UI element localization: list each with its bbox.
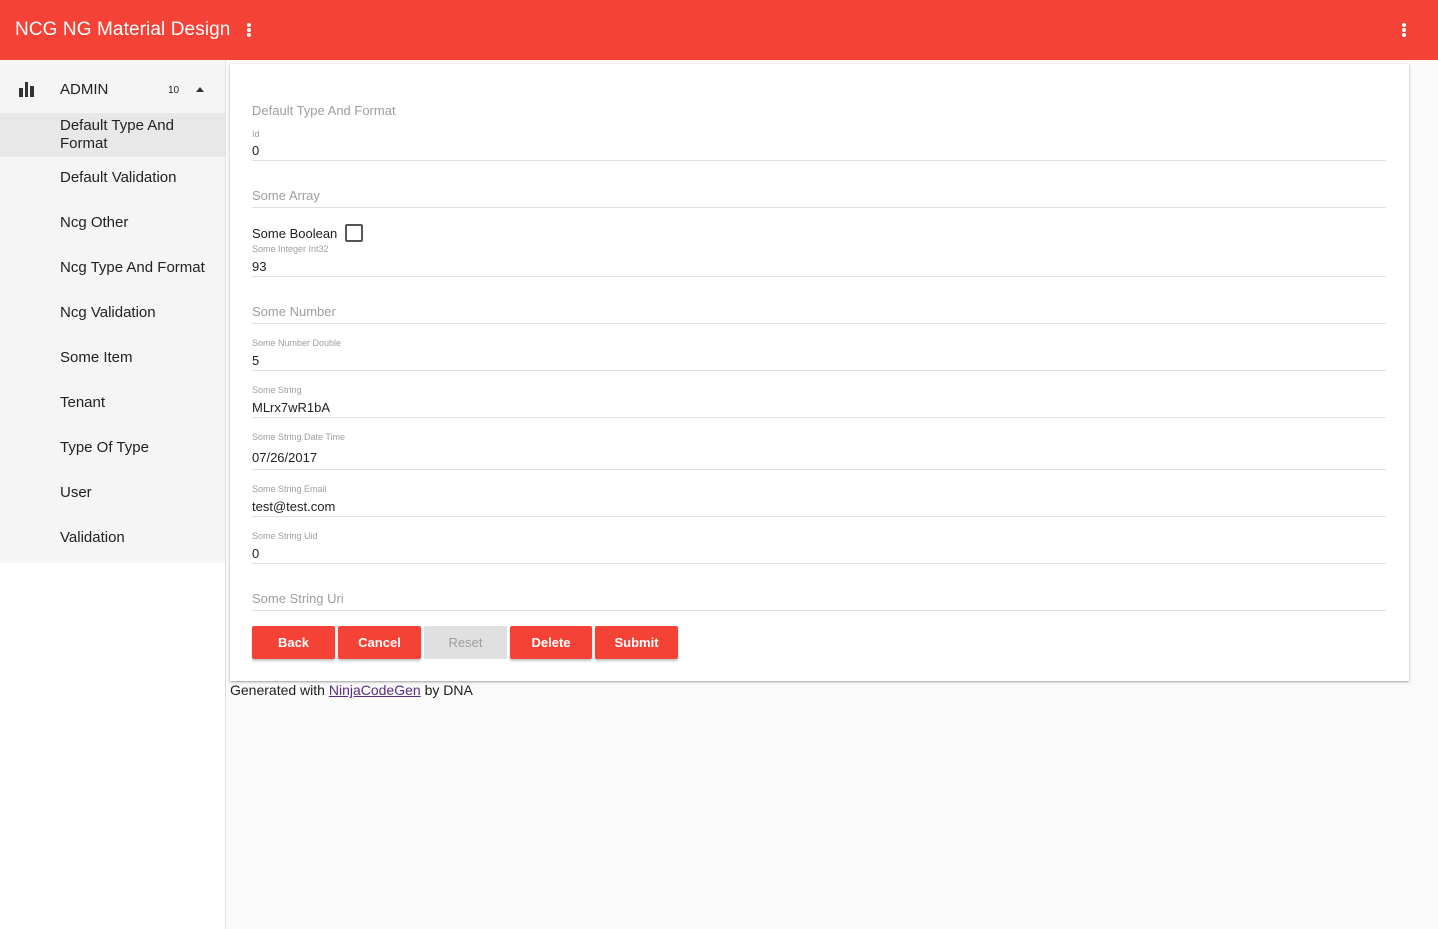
id-value: 0 — [252, 143, 260, 158]
footer-suffix: by DNA — [424, 682, 473, 698]
id-field[interactable]: Id 0 — [252, 128, 1386, 161]
id-label: Id — [252, 129, 260, 139]
some-string-date-time-value: 07/26/2017 — [252, 450, 318, 465]
form-card: Default Type And Format Id 0 Some Array … — [230, 64, 1409, 681]
overflow-menu-icon[interactable] — [1402, 23, 1406, 37]
some-string-uri-field[interactable]: Some String Uri — [252, 589, 1386, 611]
more-vert-icon[interactable] — [247, 23, 252, 37]
nav-group-admin[interactable]: ADMIN 10 — [0, 60, 225, 113]
some-string-email-field[interactable]: Some String Email test@test.com — [252, 484, 1386, 517]
some-number-field[interactable]: Some Number — [252, 302, 1386, 324]
some-number-double-label: Some Number Double — [252, 338, 342, 348]
some-string-uid-label: Some String Uid — [252, 531, 318, 541]
delete-button[interactable]: Delete — [510, 626, 592, 659]
reset-button[interactable]: Reset — [424, 626, 507, 659]
ninjacodegen-link[interactable]: NinjaCodeGen — [329, 682, 421, 698]
sidebar-item-ncg-other[interactable]: Ncg Other — [0, 202, 225, 247]
sidenav: ADMIN 10 Default Type And Format Default… — [0, 60, 226, 929]
back-button[interactable]: Back — [252, 626, 335, 659]
sidebar-item-ncg-type-and-format[interactable]: Ncg Type And Format — [0, 247, 225, 292]
nav-group-count: 10 — [168, 85, 180, 96]
cancel-button[interactable]: Cancel — [338, 626, 421, 659]
sidebar-item-default-type-and-format[interactable]: Default Type And Format — [0, 113, 225, 157]
some-integer-field[interactable]: Some Integer Int32 93 — [252, 244, 1386, 277]
some-string-uid-field[interactable]: Some String Uid 0 — [252, 531, 1386, 564]
some-string-uri-placeholder: Some String Uri — [252, 591, 344, 606]
footer: Generated with NinjaCodeGen by DNA — [230, 682, 473, 698]
some-number-double-field[interactable]: Some Number Double 5 — [252, 338, 1386, 371]
some-number-double-value: 5 — [252, 353, 260, 368]
chevron-up-icon[interactable] — [196, 87, 204, 92]
some-array-field[interactable]: Some Array — [252, 186, 1386, 208]
nav-list: ADMIN 10 Default Type And Format Default… — [0, 60, 225, 563]
some-string-email-value: test@test.com — [252, 499, 336, 514]
sidebar-item-user[interactable]: User — [0, 472, 225, 517]
some-boolean-label: Some Boolean — [252, 225, 338, 241]
sidebar-item-some-item[interactable]: Some Item — [0, 337, 225, 382]
some-string-date-time-field[interactable]: Some String Date Time 07/26/2017 — [252, 432, 1386, 470]
some-string-date-time-label: Some String Date Time — [252, 432, 346, 442]
sidebar-item-type-of-type[interactable]: Type Of Type — [0, 427, 225, 472]
some-string-uid-value: 0 — [252, 546, 260, 561]
some-boolean-row: Some Boolean — [252, 224, 364, 242]
some-string-value: MLrx7wR1bA — [252, 400, 331, 415]
app-toolbar: NCG NG Material Design — [0, 0, 1438, 60]
submit-button[interactable]: Submit — [595, 626, 678, 659]
sidebar-item-ncg-validation[interactable]: Ncg Validation — [0, 292, 225, 337]
footer-prefix: Generated with — [230, 682, 325, 698]
some-string-email-label: Some String Email — [252, 484, 327, 494]
main-content: Default Type And Format Id 0 Some Array … — [226, 60, 1438, 929]
some-integer-value: 93 — [252, 259, 267, 274]
some-boolean-checkbox[interactable] — [345, 224, 364, 242]
sidebar-item-validation[interactable]: Validation — [0, 517, 225, 562]
nav-group-label: ADMIN — [60, 81, 109, 98]
sidebar-item-tenant[interactable]: Tenant — [0, 382, 225, 427]
bar-chart-icon — [19, 82, 34, 97]
some-string-field[interactable]: Some String MLrx7wR1bA — [252, 385, 1386, 418]
some-string-label: Some String — [252, 385, 302, 395]
form-actions: Back Cancel Reset Delete Submit — [252, 626, 678, 659]
some-number-placeholder: Some Number — [252, 304, 336, 319]
form-title: Default Type And Format — [252, 103, 396, 118]
sidebar-item-default-validation[interactable]: Default Validation — [0, 157, 225, 202]
app-title: NCG NG Material Design — [15, 19, 231, 40]
some-integer-label: Some Integer Int32 — [252, 244, 329, 254]
some-array-placeholder: Some Array — [252, 188, 320, 203]
